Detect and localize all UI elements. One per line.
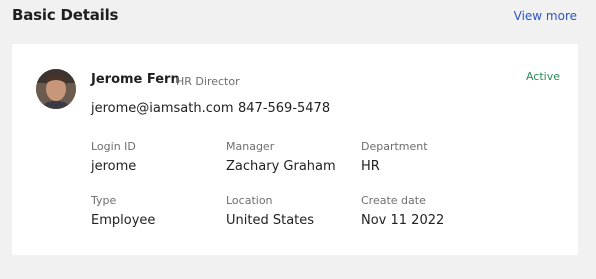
employee-role: HR Director <box>176 75 240 88</box>
status-badge: Active <box>525 70 560 83</box>
field-value: Employee <box>91 213 156 228</box>
field-label: Login ID <box>91 140 136 153</box>
field-department: Department HR <box>361 140 428 175</box>
field-value: Nov 11 2022 <box>361 213 445 228</box>
section-title: Basic Details <box>12 6 119 24</box>
field-label: Department <box>361 140 428 153</box>
employee-phone: 847-569-5478 <box>238 101 331 116</box>
employee-name: Jerome Fern <box>91 72 180 87</box>
field-value: United States <box>226 213 315 228</box>
view-more-link[interactable]: View more <box>514 9 577 23</box>
field-value: HR <box>361 159 380 174</box>
field-login-id: Login ID jerome <box>91 140 136 175</box>
field-label: Type <box>91 194 117 207</box>
field-value: Zachary Graham <box>226 159 336 174</box>
employee-email: jerome@iamsath.com <box>91 101 234 116</box>
field-manager: Manager Zachary Graham <box>226 140 336 175</box>
field-label: Create date <box>361 194 426 207</box>
field-create-date: Create date Nov 11 2022 <box>361 194 444 229</box>
field-type: Type Employee <box>91 194 155 229</box>
avatar[interactable] <box>36 69 76 109</box>
field-location: Location United States <box>226 194 314 229</box>
basic-details-card: Jerome Fern HR Director Active jerome@ia… <box>12 44 578 255</box>
field-label: Location <box>226 194 273 207</box>
field-value: jerome <box>91 159 137 174</box>
field-label: Manager <box>226 140 275 153</box>
